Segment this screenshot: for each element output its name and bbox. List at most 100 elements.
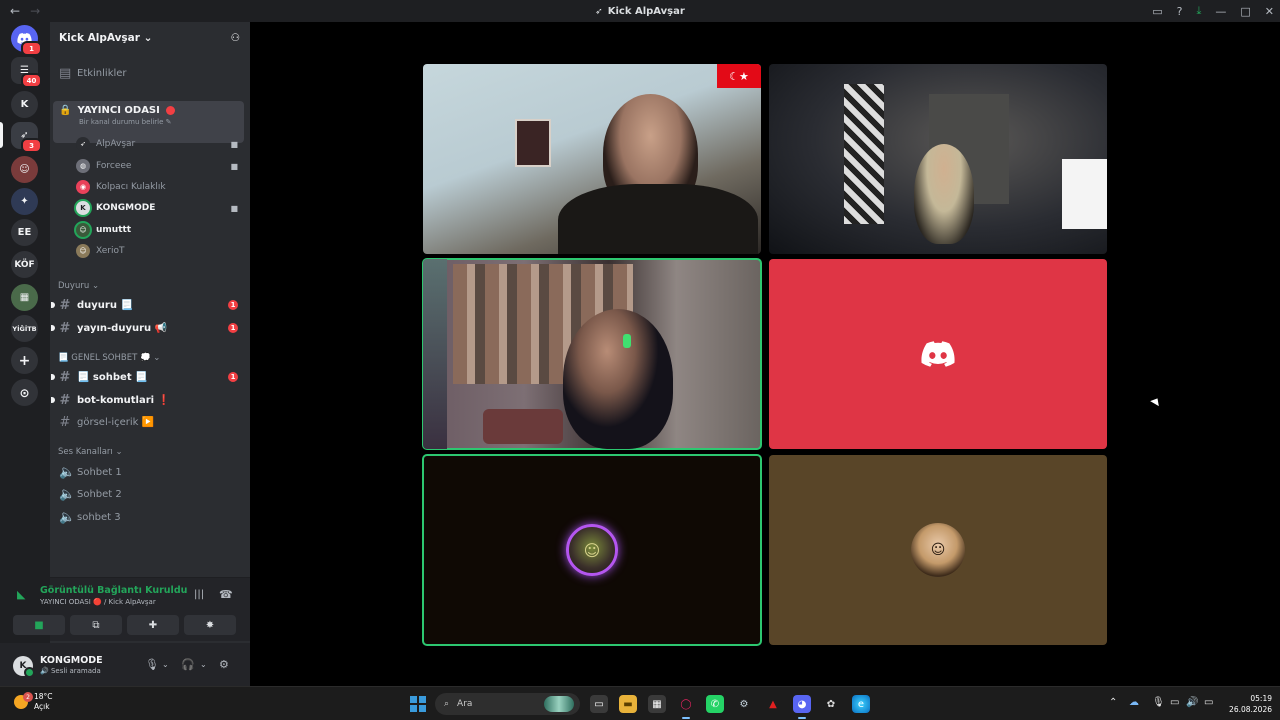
chevron-down-icon: ⌄ — [91, 281, 100, 291]
microphone-icon[interactable]: 🎙 — [145, 658, 159, 671]
server-kof[interactable]: KÖF — [11, 251, 38, 278]
category-ses-kanallari[interactable]: Ses Kanalları ⌄ — [58, 447, 123, 457]
active-server-pill — [0, 122, 3, 148]
taskbar-search[interactable]: ⌕ Ara — [435, 693, 580, 715]
chevron-down-icon: ⌄ — [115, 447, 123, 457]
voice-member[interactable]: K KONGMODE ■ — [76, 198, 244, 218]
steam-icon[interactable]: ⚙ — [735, 695, 753, 713]
voice-member[interactable]: ➶ AlpAvşar ■ — [76, 134, 244, 154]
help-icon[interactable]: ? — [1177, 5, 1183, 18]
username[interactable]: KONGMODE — [40, 655, 103, 666]
voice-channel-sohbet-2[interactable]: 🔈 Sohbet 2 — [53, 483, 244, 505]
esports-server-icon[interactable]: ✦ — [11, 188, 38, 215]
channel-status-hint[interactable]: Bir kanal durumu belirle — [79, 118, 163, 126]
opera-icon[interactable]: ◯ — [677, 695, 695, 719]
signal-icon[interactable]: ◣ — [17, 588, 25, 601]
avatar: ➶ — [76, 137, 90, 151]
adobe-icon[interactable]: ▲ — [764, 695, 782, 713]
volume-icon[interactable]: 🔊 — [1186, 697, 1198, 708]
soundboard-button[interactable]: ✸ — [184, 615, 236, 635]
video-tile[interactable] — [769, 64, 1107, 254]
chevron-down-icon[interactable]: ⌄ — [200, 660, 207, 669]
user-panel: K KONGMODE 🔊 Sesli aramada 🎙 ⌄ 🎧 ⌄ ⚙ — [0, 643, 250, 688]
chevron-up-icon[interactable]: ⌃ — [1109, 697, 1117, 708]
forward-icon[interactable]: → — [30, 4, 40, 18]
voice-channel-sohbet-3[interactable]: 🔈 sohbet 3 — [53, 506, 244, 528]
invite-icon[interactable]: ⚇ — [231, 32, 240, 44]
inbox-icon[interactable]: ▭ — [1152, 5, 1162, 18]
server-yigitb[interactable]: YİĞİTB — [11, 315, 38, 342]
photo-server-icon[interactable]: ▦ — [11, 284, 38, 311]
chatgpt-icon[interactable]: ✿ — [822, 695, 840, 713]
start-button[interactable] — [410, 696, 426, 712]
category-label: Ses Kanalları — [58, 447, 113, 457]
weather-widget[interactable]: 2 18°C Açık — [14, 692, 53, 712]
channels-icon[interactable]: ☰ 40 — [11, 57, 42, 88]
video-tile-speaking[interactable] — [422, 258, 762, 450]
disconnect-icon[interactable]: ☎ — [219, 588, 233, 601]
voice-member[interactable]: ◉ Kolpacı Kulaklık — [76, 177, 244, 197]
microphone-icon[interactable]: 🎙 — [1152, 697, 1165, 708]
voice-member[interactable]: ☺ XerioT — [76, 241, 244, 261]
avatar-server-icon[interactable]: ☺ — [11, 156, 38, 183]
voice-action-buttons: ■ ⧉ ✚ ✸ — [13, 615, 236, 635]
video-tile-avatar[interactable]: ☺ — [769, 455, 1107, 645]
connection-status[interactable]: Görüntülü Bağlantı Kuruldu — [40, 585, 187, 596]
events-item[interactable]: ▤ Etkinlikler — [53, 62, 244, 84]
events-label: Etkinlikler — [77, 67, 127, 79]
category-duyuru[interactable]: Duyuru ⌄ — [58, 281, 99, 291]
voice-member[interactable]: ☺ umuttt — [76, 220, 244, 240]
chevron-down-icon[interactable]: ⌄ — [162, 660, 169, 669]
system-clock[interactable]: 05:19 26.08.2026 — [1229, 693, 1272, 715]
minimize-icon[interactable]: — — [1215, 5, 1226, 18]
onedrive-icon[interactable]: ☁ — [1129, 697, 1139, 708]
temperature: 18°C — [34, 692, 53, 701]
download-icon[interactable]: ⤓ — [1197, 4, 1202, 18]
category-genel-sohbet[interactable]: 📃 GENEL SOHBET 💭 ⌄ — [58, 353, 160, 363]
settings-gear-icon[interactable]: ⚙ — [219, 658, 229, 671]
edge-icon[interactable]: e — [852, 695, 870, 713]
server-k[interactable]: K — [11, 91, 38, 118]
pencil-icon[interactable]: ✎ — [166, 118, 172, 126]
turkish-flag: ☾★ — [717, 64, 761, 88]
channel-duyuru[interactable]: # duyuru 📃 1 — [51, 294, 244, 316]
whatsapp-icon[interactable]: ✆ — [706, 695, 724, 713]
connection-location[interactable]: YAYINCI ODASI 🔴 / Kick AlpAvşar — [40, 598, 156, 606]
voice-member[interactable]: ◍ Forceee ■ — [76, 156, 244, 176]
channel-bot-komutlari[interactable]: # bot-komutlari ❗ — [51, 389, 244, 411]
avatar: ☺ — [76, 244, 90, 258]
discover-icon[interactable]: ⊙ — [11, 379, 38, 406]
avatar: ☺ — [911, 523, 965, 577]
participant — [914, 144, 974, 244]
avatar[interactable]: K — [13, 656, 35, 678]
file-explorer-icon[interactable]: ▬ — [619, 695, 637, 713]
video-tile-avatar-speaking[interactable]: ☺ — [422, 454, 762, 646]
task-view-icon[interactable]: ▭ — [590, 695, 608, 713]
discord-taskbar-icon[interactable]: ◕ — [793, 695, 811, 719]
channel-sohbet[interactable]: # 📃 sohbet 📃 1 — [51, 366, 244, 388]
video-tile-camera-off[interactable] — [769, 259, 1107, 449]
network-icon[interactable]: ▭ — [1170, 697, 1179, 708]
server-header[interactable]: Kick AlpAvşar ⌄ ⚇ — [50, 22, 250, 54]
store-icon[interactable]: ▦ — [648, 695, 666, 713]
voice-channel-sohbet-1[interactable]: 🔈 Sohbet 1 — [53, 461, 244, 483]
video-tile[interactable]: ☾★ — [423, 64, 761, 254]
weather-condition: Açık — [34, 702, 50, 711]
channel-yayin-duyuru[interactable]: # yayın-duyuru 📢 1 — [51, 317, 244, 339]
headphones-icon[interactable]: 🎧 — [181, 658, 195, 671]
soundboard-icon[interactable]: ||| — [194, 589, 204, 600]
activities-button[interactable]: ✚ — [127, 615, 179, 635]
screen-share-button[interactable]: ⧉ — [70, 615, 122, 635]
back-icon[interactable]: ← — [10, 4, 20, 18]
add-server-icon[interactable]: + — [11, 347, 38, 374]
maximize-icon[interactable]: □ — [1240, 5, 1250, 18]
close-icon[interactable]: ✕ — [1265, 5, 1274, 18]
server-ee[interactable]: EE — [11, 219, 38, 246]
channel-gorsel-icerik[interactable]: # görsel-içerik ▶️ — [53, 411, 244, 433]
camera-button[interactable]: ■ — [13, 615, 65, 635]
discord-home-icon[interactable]: 1 — [11, 25, 42, 56]
battery-icon[interactable]: ▭ — [1204, 697, 1213, 708]
unread-badge: 1 — [21, 41, 42, 56]
kick-server-icon[interactable]: ➶ 3 — [11, 122, 42, 153]
unread-dot — [51, 302, 55, 308]
